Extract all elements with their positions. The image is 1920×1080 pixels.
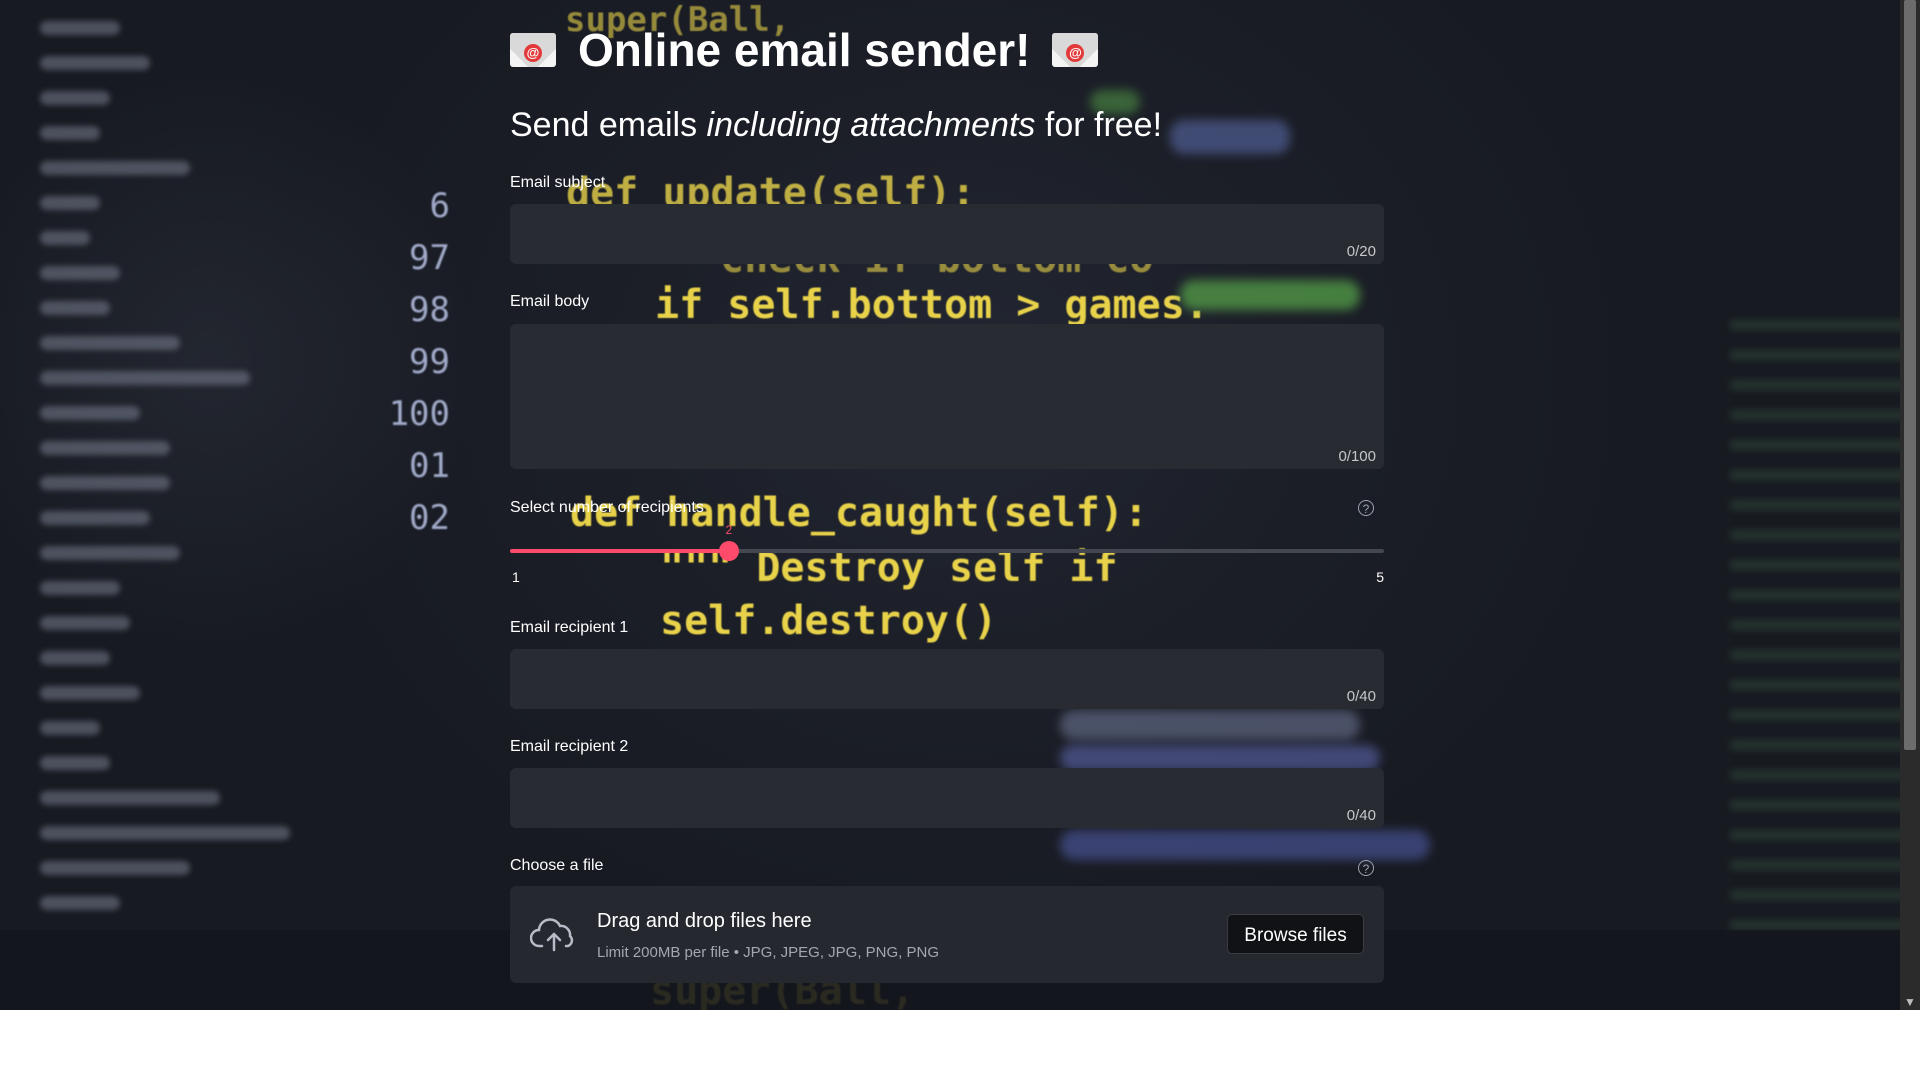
cloud-upload-icon — [530, 918, 574, 952]
background-blurred-minimap — [1730, 320, 1910, 940]
page-scrollbar[interactable]: ▼ — [1900, 0, 1920, 1010]
subject-char-counter: 0/20 — [1346, 243, 1376, 260]
recipients-slider-fill — [510, 549, 729, 553]
app-viewport: 6 97 98 99 100 01 02 super(Ball, def upd… — [0, 0, 1920, 1010]
scroll-down-arrow-icon[interactable]: ▼ — [1900, 994, 1920, 1010]
recipient-1-label: Email recipient 1 — [510, 619, 629, 636]
body-label: Email body — [510, 293, 590, 310]
recipient-2-label: Email recipient 2 — [510, 738, 629, 755]
recipients-slider-thumb[interactable] — [718, 541, 739, 561]
subject-label: Email subject — [510, 174, 606, 191]
scrollbar-thumb[interactable] — [1904, 0, 1916, 750]
recipients-slider-label: Select number of recipients — [510, 499, 704, 516]
body-textarea[interactable]: 0/100 — [510, 324, 1384, 469]
dropzone-title: Drag and drop files here — [597, 910, 812, 932]
background-line-numbers: 6 97 98 99 100 01 02 — [388, 186, 450, 538]
background-code-line: if self.bottom > games. — [655, 282, 1209, 328]
envelope-icon: @ — [510, 33, 556, 67]
slider-max-label: 5 — [1376, 569, 1384, 585]
browse-files-button[interactable]: Browse files — [1227, 914, 1364, 954]
recipient-1-char-counter: 0/40 — [1346, 688, 1376, 705]
background-blurred-file-tree — [40, 0, 290, 931]
file-dropzone[interactable]: Drag and drop files here Limit 200MB per… — [510, 886, 1384, 983]
recipient-2-input[interactable]: 0/40 — [510, 768, 1384, 828]
envelope-icon: @ — [1052, 33, 1099, 67]
help-icon[interactable]: ? — [1358, 860, 1374, 876]
recipient-1-input[interactable]: 0/40 — [510, 649, 1384, 709]
recipients-slider-track[interactable]: 2 — [510, 523, 1384, 561]
body-char-counter: 0/100 — [1338, 448, 1376, 465]
file-upload-label: Choose a file — [510, 857, 604, 874]
page-subtitle: Send emails including attachments for fr… — [510, 106, 1163, 144]
help-icon[interactable]: ? — [1358, 500, 1374, 516]
dropzone-limit-text: Limit 200MB per file • JPG, JPEG, JPG, P… — [597, 944, 940, 961]
recipients-slider-value: 2 — [725, 523, 733, 537]
background-code-line: self.destroy() — [660, 598, 998, 644]
subject-input[interactable]: 0/20 — [510, 204, 1384, 264]
page-title: Online email sender! — [578, 24, 1031, 76]
slider-min-label: 1 — [512, 569, 520, 585]
page-title-row: @ Online email sender! @ — [510, 22, 1099, 78]
recipient-2-char-counter: 0/40 — [1346, 807, 1376, 824]
background-code-image: 6 97 98 99 100 01 02 super(Ball, def upd… — [0, 0, 1920, 1010]
